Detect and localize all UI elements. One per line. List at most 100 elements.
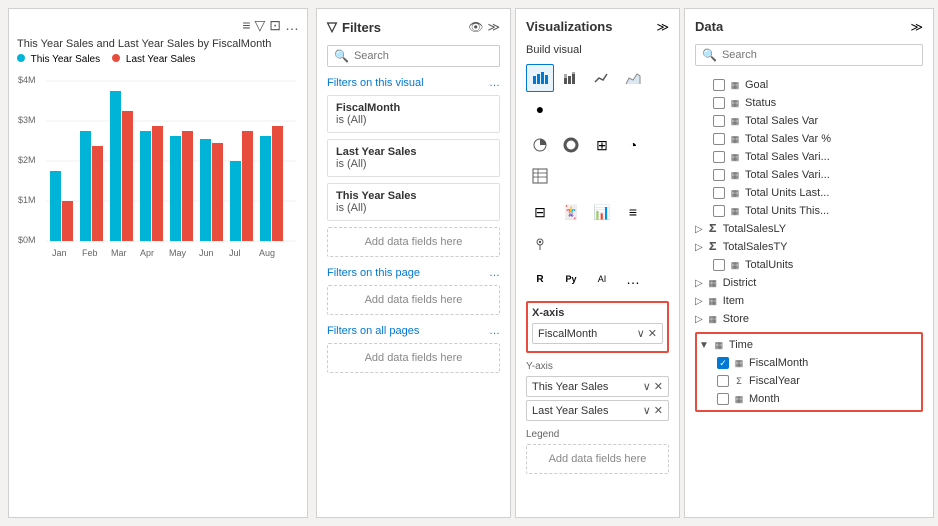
viz-donut-icon[interactable] [557, 131, 585, 159]
checkbox-totalunitslast[interactable] [713, 187, 725, 199]
checkbox-totalsalesvari2[interactable] [713, 169, 725, 181]
more-options-allpages-icon[interactable]: … [489, 325, 500, 337]
expand-arrow-store[interactable]: ▷ [695, 314, 703, 325]
data-item-item[interactable]: ▷ ▦ Item [695, 292, 923, 310]
filter-card-thisyearsales[interactable]: This Year Sales is (All) [327, 183, 500, 221]
remove-y1-icon[interactable]: ✕ [654, 380, 663, 393]
viz-more-icon[interactable]: … [619, 265, 647, 293]
data-item-totalunits[interactable]: ▦ TotalUnits [695, 256, 923, 274]
filters-search-input[interactable] [354, 50, 493, 62]
checkbox-totalsalesvar[interactable] [713, 115, 725, 127]
viz-r-icon[interactable]: R [526, 265, 554, 293]
viz-stacked-bar-icon[interactable] [557, 64, 585, 92]
add-fields-page[interactable]: Add data fields here [327, 285, 500, 315]
checkbox-fiscalyear[interactable] [717, 375, 729, 387]
legend-section: Legend Add data fields here [526, 429, 669, 474]
viz-py-icon[interactable]: Py [557, 265, 585, 293]
filters-search-box[interactable]: 🔍 [327, 45, 500, 67]
expand-arrow-time[interactable]: ▼ [699, 340, 709, 351]
more-options-page-icon[interactable]: … [489, 267, 500, 279]
checkbox-totalsalesvar-pct[interactable] [713, 133, 725, 145]
more-icon[interactable]: … [285, 17, 299, 34]
data-search-box[interactable]: 🔍 [695, 44, 923, 66]
data-item-totalunitslast[interactable]: ▦ Total Units Last... [695, 184, 923, 202]
data-item-district[interactable]: ▷ ▦ District [695, 274, 923, 292]
chevron-down-icon[interactable]: ∨ [643, 380, 651, 393]
data-item-totalsalesvari2[interactable]: ▦ Total Sales Vari... [695, 166, 923, 184]
checkbox-totalsalesvari1[interactable] [713, 151, 725, 163]
checkbox-status[interactable] [713, 97, 725, 109]
viz-area-chart-icon[interactable] [619, 64, 647, 92]
y-axis-section: Y-axis This Year Sales ∨ ✕ Last Year Sal… [526, 361, 669, 421]
legend-add-fields[interactable]: Add data fields here [526, 444, 669, 474]
filter-icon[interactable]: ▽ [254, 17, 265, 34]
eye-icon[interactable]: 👁 [468, 20, 483, 34]
viz-map-icon[interactable] [526, 229, 554, 257]
checkbox-fiscalmonth[interactable]: ✓ [717, 357, 729, 369]
table-icon: ▦ [728, 168, 742, 182]
viz-pie-icon[interactable] [526, 131, 554, 159]
expand-arrow-totalsalesly[interactable]: ▷ [695, 224, 703, 235]
legend-last-year: Last Year Sales [112, 54, 195, 65]
checkbox-totalunits[interactable] [713, 259, 725, 271]
add-fields-visual[interactable]: Add data fields here [327, 227, 500, 257]
expand-arrow-item[interactable]: ▷ [695, 296, 703, 307]
viz-matrix-icon[interactable]: ⊟ [526, 198, 554, 226]
viz-slicer-icon[interactable]: ≡ [619, 198, 647, 226]
data-item-totalunitsthis[interactable]: ▦ Total Units This... [695, 202, 923, 220]
data-panel: Data ≫ 🔍 ▦ Goal ▦ Status ▦ Total Sales V… [684, 8, 934, 518]
viz-treemap-icon[interactable]: ⊞ [588, 131, 616, 159]
data-item-totalsalesvar[interactable]: ▦ Total Sales Var [695, 112, 923, 130]
menu-icon[interactable]: ≡ [242, 17, 250, 34]
remove-x-icon[interactable]: ✕ [648, 327, 657, 340]
expand-icon[interactable]: ⊡ [269, 17, 281, 34]
table-icon: ▦ [728, 258, 742, 272]
viz-title: Visualizations [526, 19, 612, 34]
chevron-right-icon[interactable]: ≫ [487, 20, 500, 34]
data-item-totalsalesly[interactable]: ▷ 𝚺 TotalSalesLY [695, 220, 923, 238]
viz-ai-icon[interactable]: AI [588, 265, 616, 293]
expand-arrow-totalsalesty[interactable]: ▷ [695, 242, 703, 253]
checkbox-month[interactable] [717, 393, 729, 405]
item-label-store: Store [723, 313, 749, 325]
data-item-fiscalyear[interactable]: Σ FiscalYear [699, 372, 919, 390]
time-section-highlighted: ▼ ▦ Time ✓ ▦ FiscalMonth Σ FiscalYear ▦ … [695, 332, 923, 412]
chevron-down-icon[interactable]: ∨ [643, 404, 651, 417]
filter-card-fiscalmonth[interactable]: FiscalMonth is (All) [327, 95, 500, 133]
data-item-status[interactable]: ▦ Status [695, 94, 923, 112]
chevron-down-icon[interactable]: ∨ [637, 327, 645, 340]
viz-card-icon[interactable]: 🃏 [557, 198, 585, 226]
viz-table-icon[interactable] [526, 162, 554, 190]
data-item-totalsalesvari1[interactable]: ▦ Total Sales Vari... [695, 148, 923, 166]
checkbox-goal[interactable] [713, 79, 725, 91]
remove-y2-icon[interactable]: ✕ [654, 404, 663, 417]
viz-kpi-icon[interactable]: 📊 [588, 198, 616, 226]
add-fields-all-pages[interactable]: Add data fields here [327, 343, 500, 373]
data-item-store[interactable]: ▷ ▦ Store [695, 310, 923, 328]
data-search-input[interactable] [722, 49, 916, 61]
viz-expand-icon[interactable]: ≫ [656, 20, 669, 34]
item-label-time: Time [729, 339, 753, 351]
viz-line-chart-icon[interactable] [588, 64, 616, 92]
sigma-icon: 𝚺 [706, 240, 720, 254]
data-item-fiscalmonth[interactable]: ✓ ▦ FiscalMonth [699, 354, 919, 372]
chart-svg: $4M $3M $2M $1M $0M [17, 71, 299, 271]
y-axis-field-row-1[interactable]: This Year Sales ∨ ✕ [526, 376, 669, 397]
data-item-totalsalesty[interactable]: ▷ 𝚺 TotalSalesTY [695, 238, 923, 256]
filters-on-visual-label: Filters on this visual … [327, 77, 500, 89]
data-item-totalsalesvar-pct[interactable]: ▦ Total Sales Var % [695, 130, 923, 148]
chart-panel: ≡ ▽ ⊡ … This Year Sales and Last Year Sa… [8, 8, 308, 518]
checkbox-totalunitsthis[interactable] [713, 205, 725, 217]
viz-gauge-icon[interactable]: ◔ [619, 131, 647, 159]
data-item-time[interactable]: ▼ ▦ Time [699, 336, 919, 354]
x-axis-field-row[interactable]: FiscalMonth ∨ ✕ [532, 323, 663, 344]
data-item-month[interactable]: ▦ Month [699, 390, 919, 408]
viz-scatter-icon[interactable]: ● [526, 95, 554, 123]
y-axis-field-row-2[interactable]: Last Year Sales ∨ ✕ [526, 400, 669, 421]
more-options-icon[interactable]: … [489, 77, 500, 89]
viz-bar-chart-icon[interactable] [526, 64, 554, 92]
expand-arrow-district[interactable]: ▷ [695, 278, 703, 289]
data-item-goal[interactable]: ▦ Goal [695, 76, 923, 94]
data-panel-expand-icon[interactable]: ≫ [910, 20, 923, 34]
filter-card-lastyearsales[interactable]: Last Year Sales is (All) [327, 139, 500, 177]
